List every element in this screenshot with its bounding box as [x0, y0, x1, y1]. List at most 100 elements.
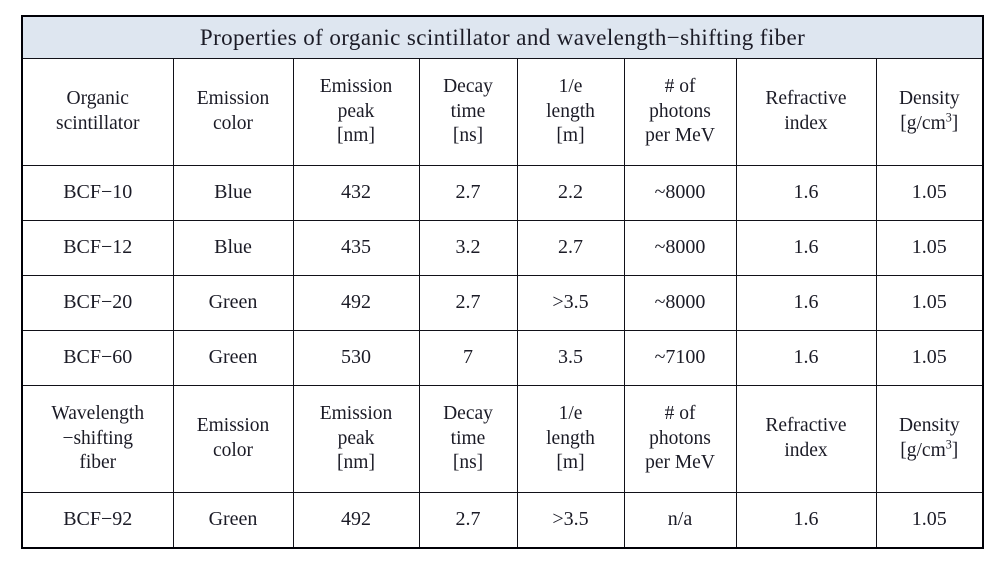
cell-length: >3.5 [516, 492, 625, 549]
cell-photons: ~7100 [623, 330, 737, 386]
cell-decay: 7 [418, 330, 518, 386]
header-line: Organic [66, 88, 129, 110]
cell-density: 1.05 [875, 275, 984, 331]
header-line: Wavelength [51, 402, 145, 424]
header-line: [nm] [337, 125, 375, 147]
cell-photons: ~8000 [623, 275, 737, 331]
header-line: Refractive [765, 415, 847, 437]
header-line: −shifting [62, 427, 134, 449]
header-line: color [212, 440, 254, 461]
header-1e-length: 1/e length [m] [516, 385, 625, 493]
header-organic-scintillator: Organic scintillator [21, 58, 174, 166]
header-line: [nm] [337, 452, 375, 474]
cell-index: 1.6 [735, 330, 877, 386]
cell-index: 1.6 [735, 220, 877, 276]
table-row: BCF−92 Green 492 2.7 >3.5 n/a 1.6 1.05 [21, 492, 984, 549]
cell-density: 1.05 [875, 165, 984, 221]
table-title-row: Properties of organic scintillator and w… [21, 15, 984, 59]
table-row: BCF−10 Blue 432 2.7 2.2 ~8000 1.6 1.05 [21, 165, 984, 221]
header-line: 1/e [558, 402, 583, 424]
cell-length: 2.7 [516, 220, 625, 276]
header-line: [ns] [452, 452, 484, 474]
header-line: Emission [196, 88, 270, 110]
cell-name: BCF−92 [21, 492, 174, 549]
header-line: peak [337, 100, 375, 122]
cell-index: 1.6 [735, 492, 877, 549]
header-line: Emission [319, 75, 393, 97]
header-line: ] [951, 113, 959, 134]
header-density-units: [g/cm3] [877, 111, 983, 137]
header-line: Density [898, 415, 960, 437]
header-density: Density [g/cm3] [875, 58, 984, 166]
header-emission-peak: Emission peak [nm] [292, 385, 420, 493]
cell-density: 1.05 [875, 330, 984, 386]
header-line: [m] [556, 125, 585, 147]
header-refractive-index: Refractive index [735, 385, 877, 493]
header-line: time [450, 427, 486, 449]
cell-index: 1.6 [735, 165, 877, 221]
header-line: index [784, 113, 828, 134]
table-title-cell: Properties of organic scintillator and w… [21, 15, 984, 59]
cell-color: Blue [172, 220, 294, 276]
cell-color: Green [172, 275, 294, 331]
header-line: [ns] [452, 125, 484, 147]
cell-name: BCF−60 [21, 330, 174, 386]
header-decay-time: Decay time [ns] [418, 385, 518, 493]
header-line: Refractive [765, 88, 847, 110]
table-row: BCF−20 Green 492 2.7 >3.5 ~8000 1.6 1.05 [21, 275, 984, 331]
header-line: Decay [443, 75, 493, 97]
page-root: Properties of organic scintillator and w… [0, 0, 1003, 561]
properties-table-container: Properties of organic scintillator and w… [21, 15, 985, 549]
cell-name: BCF−10 [21, 165, 174, 221]
cell-name: BCF−20 [21, 275, 174, 331]
cell-length: 2.2 [516, 165, 625, 221]
header-line: length [546, 100, 595, 122]
header-line: [m] [556, 452, 585, 474]
cell-decay: 3.2 [418, 220, 518, 276]
cell-length: >3.5 [516, 275, 625, 331]
header-line: Decay [443, 402, 493, 424]
header-line: 1/e [558, 75, 583, 97]
cell-peak: 530 [292, 330, 420, 386]
header-refractive-index: Refractive index [735, 58, 877, 166]
header-density: Density [g/cm3] [875, 385, 984, 493]
header-line: length [546, 427, 595, 449]
cell-index: 1.6 [735, 275, 877, 331]
properties-table: Properties of organic scintillator and w… [21, 15, 985, 549]
table-row: BCF−60 Green 530 7 3.5 ~7100 1.6 1.05 [21, 330, 984, 386]
header-line: ] [951, 440, 959, 461]
header-line: [g/cm [900, 113, 946, 134]
header-line: time [450, 100, 486, 122]
cell-decay: 2.7 [418, 275, 518, 331]
header-line: index [784, 440, 828, 461]
header-line: Density [898, 88, 960, 110]
cell-peak: 432 [292, 165, 420, 221]
cell-peak: 435 [292, 220, 420, 276]
header-line: photons [649, 100, 711, 122]
header-line: Emission [319, 402, 393, 424]
cell-peak: 492 [292, 492, 420, 549]
cell-decay: 2.7 [418, 492, 518, 549]
header-line: fiber [79, 452, 117, 474]
header-photons-per-mev: # of photons per MeV [623, 385, 737, 493]
header-emission-color: Emission color [172, 58, 294, 166]
cell-color: Green [172, 492, 294, 549]
header-wavelength-shifting-fiber: Wavelength −shifting fiber [21, 385, 174, 493]
cell-name: BCF−12 [21, 220, 174, 276]
cell-color: Green [172, 330, 294, 386]
header-line: photons [649, 427, 711, 449]
header-photons-per-mev: # of photons per MeV [623, 58, 737, 166]
header-line: per MeV [645, 125, 715, 147]
table-title: Properties of organic scintillator and w… [199, 24, 806, 50]
header-1e-length: 1/e length [m] [516, 58, 625, 166]
header-density-units: [g/cm3] [877, 438, 983, 464]
header-line: per MeV [645, 452, 715, 474]
cell-photons: ~8000 [623, 165, 737, 221]
header-line: Emission [196, 415, 270, 437]
header-line: color [212, 113, 254, 134]
header-line: # of [664, 402, 696, 424]
cell-decay: 2.7 [418, 165, 518, 221]
header-line: scintillator [56, 113, 140, 134]
header-row-fiber: Wavelength −shifting fiber Emission colo… [21, 385, 984, 493]
header-decay-time: Decay time [ns] [418, 58, 518, 166]
